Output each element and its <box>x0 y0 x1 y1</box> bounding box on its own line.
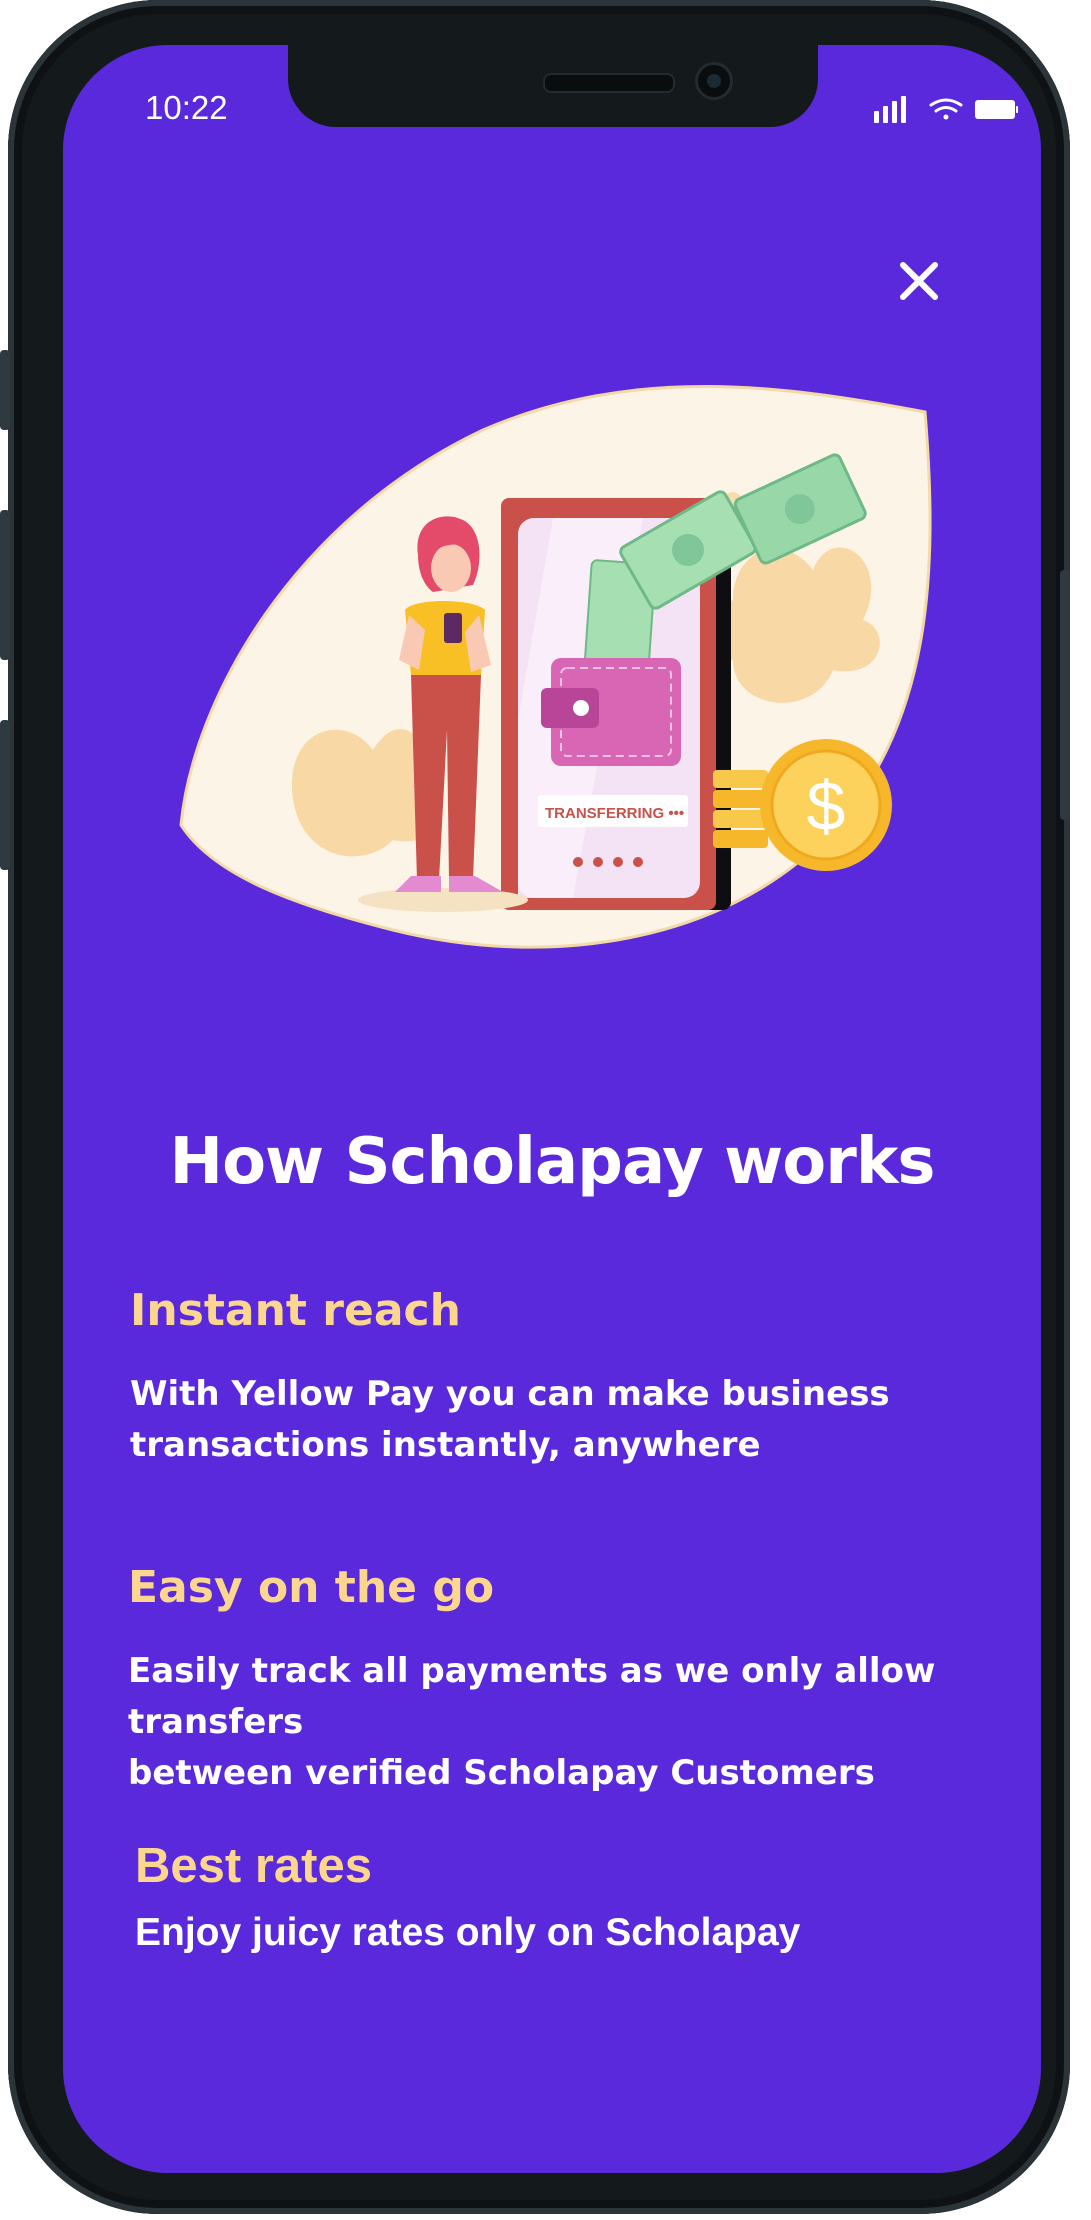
screen: 10:22 TRANSFERRING ••• $ How Scholapay w… <box>63 45 1041 2173</box>
feature-body-best-rates: Enjoy juicy rates only on Scholapay <box>135 1907 1035 1958</box>
close-button[interactable] <box>883 245 955 317</box>
feature-heading-best-rates: Best rates <box>135 1839 372 1893</box>
phone-frame: 10:22 TRANSFERRING ••• $ How Scholapay w… <box>0 0 1070 2214</box>
speaker-grille <box>543 73 675 93</box>
money-transfer-illustration: TRANSFERRING ••• $ <box>179 385 932 949</box>
front-camera <box>695 62 733 100</box>
signal-icon <box>874 96 906 123</box>
feature-body-line: transactions instantly, anywhere <box>130 1425 761 1465</box>
feature-body-line: Enjoy juicy rates only on Scholapay <box>135 1911 801 1954</box>
feature-body-easy-on-the-go: Easily track all payments as we only all… <box>128 1646 1028 1799</box>
wifi-icon <box>929 98 963 120</box>
feature-body-instant-reach: With Yellow Pay you can make business tr… <box>130 1369 1030 1471</box>
feature-body-line: With Yellow Pay you can make business <box>130 1374 890 1414</box>
dollar-sign: $ <box>807 767 846 845</box>
side-button-mute <box>0 350 10 430</box>
page-title: How Scholapay works <box>169 1125 936 1199</box>
status-icons <box>818 93 1019 127</box>
feature-body-line: between verified Scholapay Customers <box>128 1753 875 1793</box>
feature-heading-instant-reach: Instant reach <box>130 1285 461 1336</box>
side-button-power <box>1060 570 1070 820</box>
side-button-volume-up <box>0 510 10 660</box>
feature-body-line: Easily track all payments as we only all… <box>128 1651 936 1742</box>
battery-icon <box>975 100 1019 119</box>
status-time: 10:22 <box>145 89 228 126</box>
transferring-label: TRANSFERRING ••• <box>545 805 684 822</box>
side-button-volume-down <box>0 720 10 870</box>
close-icon <box>900 262 938 300</box>
feature-heading-easy-on-the-go: Easy on the go <box>128 1562 495 1613</box>
